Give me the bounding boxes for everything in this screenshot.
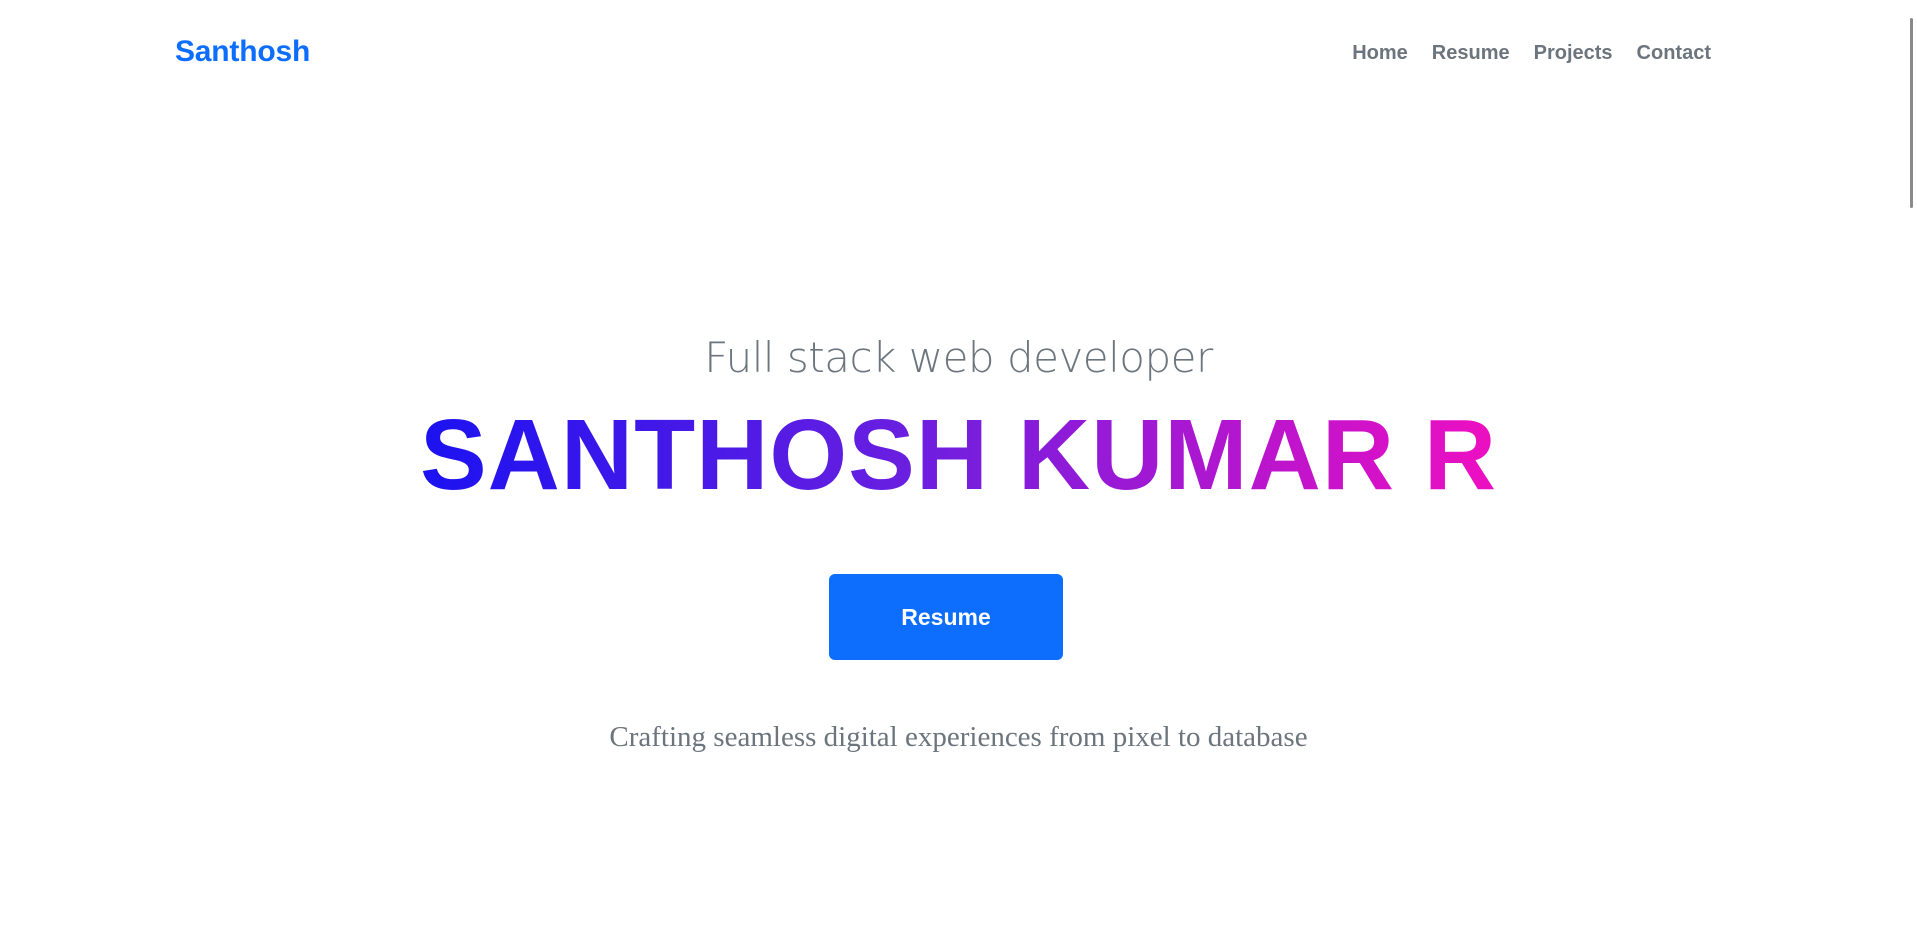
page-scrollbar[interactable] xyxy=(1900,0,1917,952)
hero-name-heading: SANTHOSH KUMAR R xyxy=(0,400,1917,510)
hero-tagline: Crafting seamless digital experiences fr… xyxy=(609,721,1308,753)
hero-section: Full stack web developer SANTHOSH KUMAR … xyxy=(0,0,1917,952)
page: Santhosh Home Resume Projects Contact Fu… xyxy=(0,0,1917,952)
hero-name-text: SANTHOSH KUMAR R xyxy=(419,399,1498,511)
resume-button[interactable]: Resume xyxy=(829,574,1063,660)
scrollbar-thumb[interactable] xyxy=(1910,18,1913,208)
hero-subtitle: Full stack web developer xyxy=(704,333,1213,382)
